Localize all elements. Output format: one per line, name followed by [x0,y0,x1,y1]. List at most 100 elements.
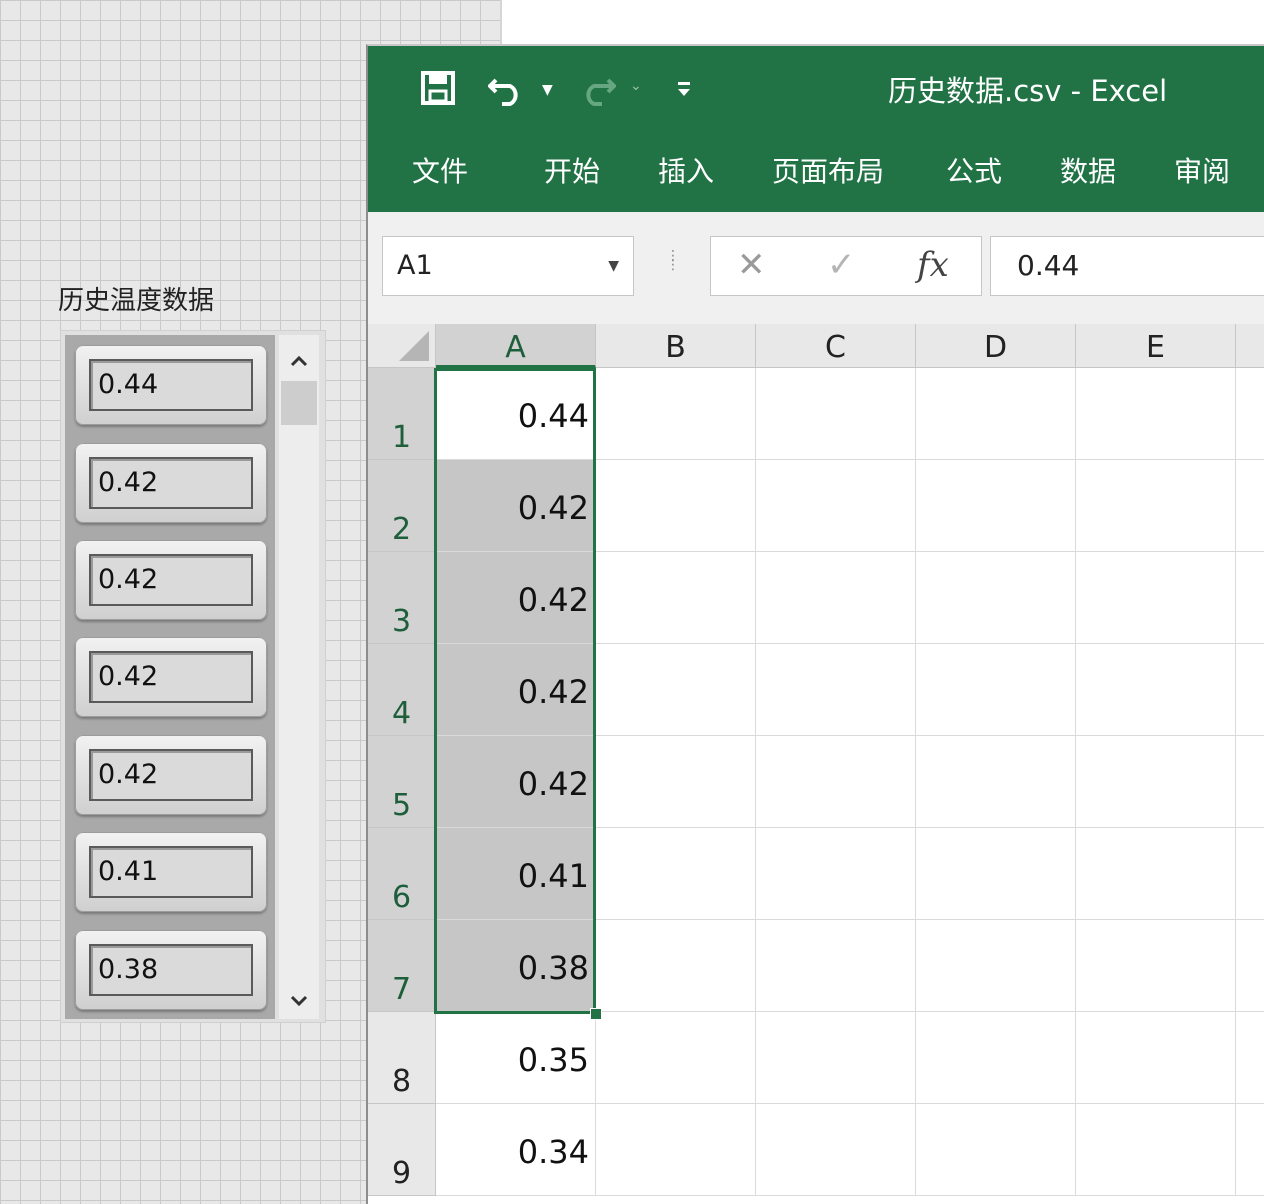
numeric-indicator[interactable]: 0.44 [89,359,253,411]
array-scrollbar[interactable] [279,335,319,1019]
scrollbar-thumb[interactable] [281,381,317,425]
cell[interactable] [596,1012,756,1104]
cell[interactable] [1236,736,1264,828]
cell[interactable] [596,368,756,460]
cell[interactable] [916,644,1076,736]
cell[interactable] [1236,368,1264,460]
insert-function-icon[interactable]: fx [917,245,949,285]
numeric-indicator[interactable]: 0.38 [89,944,253,996]
undo-dropdown-icon[interactable]: ▼ [542,82,553,98]
cell-a3[interactable]: 0.42 [436,552,596,644]
drag-handle-icon[interactable]: ⋮ ⋮ [666,249,680,272]
row-header-4[interactable]: 4 [368,644,436,736]
cell[interactable] [1076,1104,1236,1196]
cell-a2[interactable]: 0.42 [436,460,596,552]
cell-a9[interactable]: 0.34 [436,1104,596,1196]
cell[interactable] [1236,1012,1264,1104]
cell[interactable] [916,1104,1076,1196]
column-header-f[interactable] [1236,324,1264,368]
cell-a6[interactable]: 0.41 [436,828,596,920]
cell-a5[interactable]: 0.42 [436,736,596,828]
array-element[interactable]: 0.42 [75,735,267,815]
array-element[interactable]: 0.42 [75,540,267,620]
row-header-5[interactable]: 5 [368,736,436,828]
tab-review[interactable]: 审阅 [1174,150,1230,190]
cell[interactable] [916,736,1076,828]
cell-a4[interactable]: 0.42 [436,644,596,736]
array-element[interactable]: 0.42 [75,443,267,523]
name-box[interactable]: A1 ▼ [382,236,634,296]
save-icon[interactable] [420,70,456,110]
row-header-3[interactable]: 3 [368,552,436,644]
cell[interactable] [756,644,916,736]
tab-formulas[interactable]: 公式 [946,150,1002,190]
chevron-up-icon[interactable] [279,349,319,374]
cell[interactable] [916,920,1076,1012]
column-header-d[interactable]: D [916,324,1076,368]
cell[interactable] [756,920,916,1012]
array-element[interactable]: 0.44 [75,345,267,425]
redo-dropdown-icon[interactable]: ⌄ [630,78,642,94]
cell[interactable] [1076,552,1236,644]
chevron-down-icon[interactable] [279,989,319,1014]
cell[interactable] [596,920,756,1012]
cell[interactable] [916,828,1076,920]
numeric-indicator[interactable]: 0.41 [89,846,253,898]
array-element[interactable]: 0.42 [75,637,267,717]
numeric-indicator[interactable]: 0.42 [89,651,253,703]
column-header-c[interactable]: C [756,324,916,368]
cell[interactable] [1076,644,1236,736]
row-header-7[interactable]: 7 [368,920,436,1012]
cell[interactable] [1236,552,1264,644]
cell[interactable] [1236,1104,1264,1196]
cell[interactable] [1076,920,1236,1012]
column-header-b[interactable]: B [596,324,756,368]
cell[interactable] [1076,828,1236,920]
cell[interactable] [756,368,916,460]
cell[interactable] [756,828,916,920]
cell[interactable] [756,1104,916,1196]
cell[interactable] [596,460,756,552]
column-header-e[interactable]: E [1076,324,1236,368]
tab-home[interactable]: 开始 [544,150,600,190]
numeric-indicator[interactable]: 0.42 [89,457,253,509]
cell[interactable] [916,368,1076,460]
row-header-1[interactable]: 1 [368,368,436,460]
row-header-2[interactable]: 2 [368,460,436,552]
cell[interactable] [756,1012,916,1104]
tab-file[interactable]: 文件 [412,150,468,190]
numeric-indicator[interactable]: 0.42 [89,749,253,801]
row-header-6[interactable]: 6 [368,828,436,920]
row-header-8[interactable]: 8 [368,1012,436,1104]
tab-insert[interactable]: 插入 [658,150,714,190]
cell[interactable] [1236,644,1264,736]
cell[interactable] [596,736,756,828]
fill-handle[interactable] [590,1008,602,1020]
cell[interactable] [1076,368,1236,460]
cell[interactable] [756,460,916,552]
undo-icon[interactable] [487,72,526,110]
row-header-9[interactable]: 9 [368,1104,436,1196]
cell[interactable] [916,552,1076,644]
tab-page-layout[interactable]: 页面布局 [772,150,884,190]
cell[interactable] [596,552,756,644]
column-header-a[interactable]: A [436,324,596,368]
cancel-icon[interactable]: ✕ [737,245,766,285]
cell-a8[interactable]: 0.35 [436,1012,596,1104]
cell[interactable] [1076,460,1236,552]
name-box-dropdown-icon[interactable]: ▼ [608,237,619,295]
select-all-button[interactable] [368,324,436,368]
cell[interactable] [596,1104,756,1196]
redo-icon[interactable] [578,72,617,110]
cell[interactable] [596,828,756,920]
cell-a7[interactable]: 0.38 [436,920,596,1012]
cell[interactable] [916,460,1076,552]
cell[interactable] [916,1012,1076,1104]
formula-input[interactable]: 0.44 [990,236,1264,296]
cell[interactable] [756,736,916,828]
cell[interactable] [1236,828,1264,920]
numeric-indicator[interactable]: 0.42 [89,554,253,606]
tab-data[interactable]: 数据 [1060,150,1116,190]
array-element[interactable]: 0.38 [75,930,267,1010]
cell[interactable] [1076,736,1236,828]
